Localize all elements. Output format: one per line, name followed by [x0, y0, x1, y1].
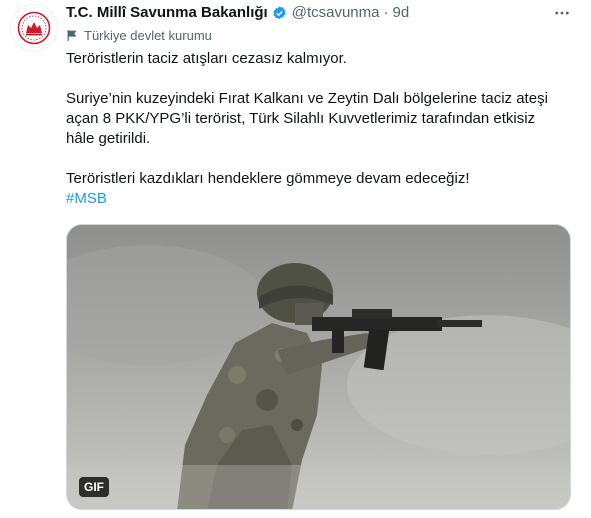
hashtag-link[interactable]: #MSB	[66, 190, 107, 207]
tweet-line-2: Suriye’nin kuzeyindeki Fırat Kalkanı ve …	[66, 90, 548, 147]
ministry-emblem-icon	[17, 11, 51, 45]
account-handle[interactable]: @tcsavunma	[292, 3, 380, 23]
tweet-line-1: Teröristlerin taciz atışları cezasız kal…	[66, 50, 347, 67]
verified-badge-icon	[271, 5, 288, 22]
tweet-media-gif[interactable]: GIF	[66, 224, 571, 510]
more-options-icon[interactable]	[551, 2, 573, 24]
separator-dot: ·	[383, 4, 389, 21]
avatar[interactable]	[10, 4, 58, 52]
government-flag-icon	[66, 29, 79, 42]
tweet-text: Teröristlerin taciz atışları cezasız kal…	[66, 49, 566, 209]
tweet-timestamp[interactable]: 9d	[392, 3, 409, 23]
tweet-line-3: Teröristleri kazdıkları hendeklere gömme…	[66, 170, 470, 187]
account-name[interactable]: T.C. Millî Savunma Bakanlığı	[66, 3, 268, 23]
affiliation-label[interactable]: Türkiye devlet kurumu	[66, 26, 212, 44]
affiliation-text: Türkiye devlet kurumu	[84, 27, 212, 43]
gif-badge: GIF	[79, 477, 109, 497]
soldier-image	[67, 225, 570, 509]
tweet-header: T.C. Millî Savunma Bakanlığı @tcsavunma …	[66, 3, 579, 23]
